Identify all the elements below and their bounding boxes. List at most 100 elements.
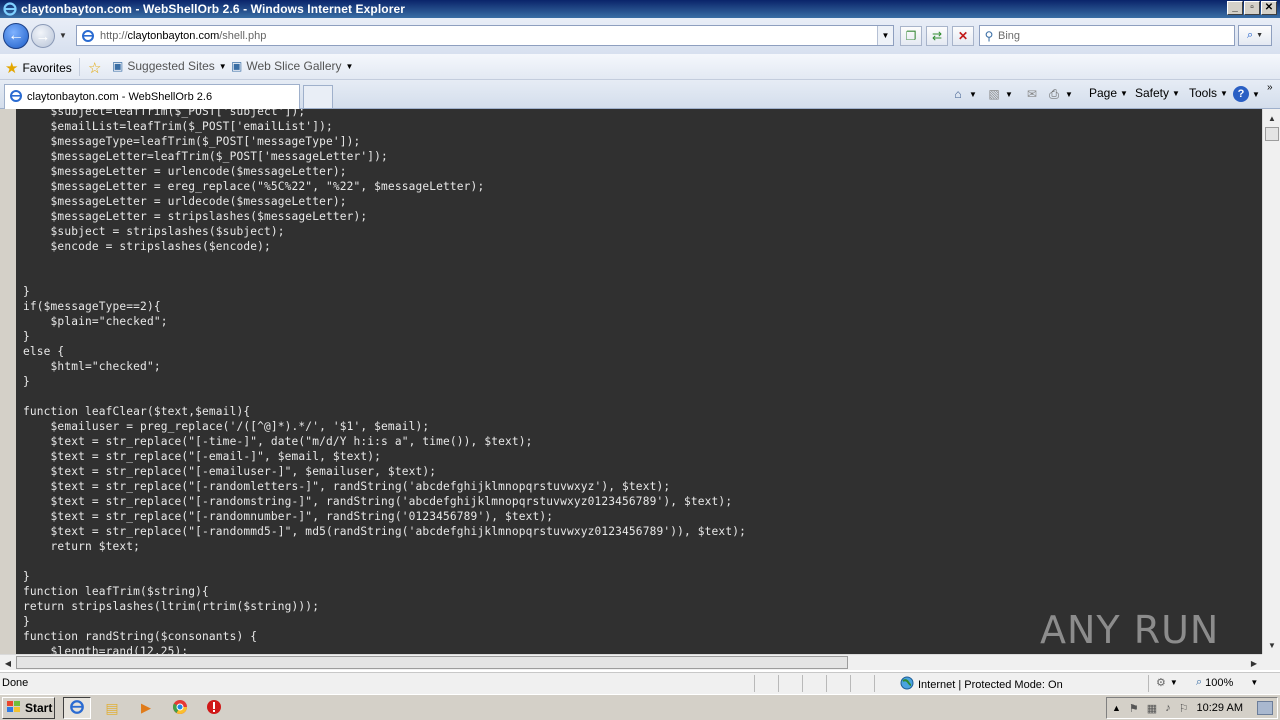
add-to-favorites-bar-button[interactable]: ☆ [88,59,101,77]
tools-menu[interactable]: Tools ▼ [1189,86,1228,100]
vertical-scrollbar[interactable]: ▲ ▼ [1262,109,1280,654]
code-line: $emailuser = preg_replace('/([^@]*).*/',… [50,420,430,433]
taskbar-media-player[interactable]: ▶ [132,697,160,719]
safety-menu[interactable]: Safety ▼ [1135,86,1180,100]
code-line: $text = str_replace("[-emailuser-]", $em… [50,465,437,478]
refresh-button[interactable]: ⇄ [926,26,948,46]
back-button[interactable]: ← [3,23,29,49]
scrollbar-corner [1262,654,1280,670]
web-slice-gallery-link[interactable]: ▣ Web Slice Gallery ▼ [231,59,353,73]
code-line: $html="checked"; [50,360,161,373]
address-bar[interactable]: http://claytonbayton.com/shell.php ▼ [76,25,894,46]
home-icon: ⌂ [954,87,962,101]
safety-menu-label: Safety [1135,86,1170,100]
clock[interactable]: 10:29 AM [1197,702,1243,714]
page-menu[interactable]: Page ▼ [1089,86,1128,100]
search-box[interactable]: ⚲ Bing [979,25,1235,46]
code-line: $encode = stripslashes($encode); [50,240,271,253]
search-button[interactable]: ⌕ ▼ [1238,25,1272,46]
network-icon[interactable]: ▦ [1147,702,1157,715]
more-commands-button[interactable]: » [1267,82,1273,93]
chevron-down-icon: ▼ [1065,89,1073,99]
status-text: Done [2,677,29,689]
new-tab-button[interactable] [303,85,333,108]
address-url[interactable]: http://claytonbayton.com/shell.php [100,30,266,42]
vertical-scroll-thumb[interactable] [1265,127,1279,141]
tab-title: claytonbayton.com - WebShellOrb 2.6 [27,91,213,103]
compatibility-icon: ❐ [905,29,917,43]
status-divider [1148,675,1149,692]
code-line: $length=rand(12,25); [50,645,189,654]
web-slice-gallery-label: Web Slice Gallery [246,59,342,73]
security-zone[interactable]: Internet | Protected Mode: On [900,676,1063,693]
mail-icon: ✉ [1026,87,1038,101]
home-button[interactable]: ⌂ ▼ [950,86,977,102]
action-center-icon[interactable]: ⚑ [1129,702,1139,715]
taskbar-security-app[interactable] [200,697,228,719]
code-line: $messageType=leafTrim($_POST['messageTyp… [50,135,361,148]
chevron-down-icon: ▼ [345,61,354,71]
read-mail-button[interactable]: ✉ [1024,86,1040,102]
chevron-down-icon: ▼ [1172,88,1180,98]
restore-button[interactable]: ▫ [1244,1,1260,15]
code-line: $messageLetter = urlencode($messageLette… [50,165,347,178]
code-line: $messageLetter = urldecode($messageLette… [50,195,347,208]
chevron-down-icon: ▼ [1220,88,1228,98]
rss-feed-icon: ▧ [988,87,1000,101]
stop-icon: ✕ [957,29,969,43]
code-line: $text = str_replace("[-time-]", date("m/… [50,435,533,448]
code-line: $text = str_replace("[-randomnumber-]", … [50,510,554,523]
status-divider [778,675,779,692]
taskbar-explorer[interactable]: ▤ [98,697,126,719]
chevron-down-icon: ▼ [1120,88,1128,98]
print-button[interactable]: ⎙ ▼ [1046,86,1073,102]
suggested-sites-link[interactable]: ▣ Suggested Sites ▼ [112,59,227,73]
horizontal-scrollbar[interactable]: ◀ ▶ [0,654,1262,670]
scroll-left-button[interactable]: ◀ [0,655,16,671]
code-line: $subject = stripslashes($subject); [50,225,285,238]
search-input[interactable]: Bing [998,30,1020,42]
recent-pages-dropdown[interactable]: ▼ [59,31,69,41]
tab-shell[interactable]: claytonbayton.com - WebShellOrb 2.6 [4,84,300,109]
chevron-down-icon: ▼ [969,89,977,99]
lock-settings-icon: ⚙ [1156,677,1166,689]
horizontal-scroll-thumb[interactable] [16,656,848,669]
code-line: } [23,375,30,388]
forward-button[interactable]: → [31,24,55,48]
zoom-button[interactable]: ⌕ 100% ▼ [1196,676,1258,689]
page-icon [80,28,96,44]
scroll-up-button[interactable]: ▲ [1264,110,1280,126]
scroll-right-button[interactable]: ▶ [1246,655,1262,671]
compatibility-view-button[interactable]: ❐ [900,26,922,46]
flag-icon[interactable]: ⚐ [1179,702,1189,715]
refresh-icon: ⇄ [931,29,943,43]
tools-menu-label: Tools [1189,86,1218,100]
close-window-button[interactable]: ✕ [1261,1,1277,15]
protected-mode-button[interactable]: ⚙ ▼ [1156,676,1178,689]
status-bar: Done Internet | Protected Mode: On ⚙ ▼ ⌕… [0,672,1280,694]
alert-icon [206,699,222,718]
suggested-sites-label: Suggested Sites [127,59,215,73]
taskbar-chrome[interactable] [166,697,194,719]
help-button[interactable]: ? ▼ [1233,86,1260,102]
show-hidden-icons-button[interactable]: ▲ [1112,703,1121,713]
page-content: $subject=leafTrim($_POST['subject']); $e… [0,109,1262,654]
code-line: $plain="checked"; [50,315,168,328]
code-line: $text = str_replace("[-randommd5-]", md5… [50,525,746,538]
volume-icon[interactable]: ♪ [1165,702,1171,714]
folder-icon: ▤ [105,699,119,716]
code-line: function leafTrim($string){ [23,585,209,598]
watermark-text: ANY RUN [1040,608,1220,652]
scroll-down-button[interactable]: ▼ [1264,637,1280,653]
feeds-button[interactable]: ▧ ▼ [986,86,1013,102]
favorites-button[interactable]: ★ Favorites [5,59,72,77]
show-desktop-button[interactable] [1257,701,1273,715]
start-button[interactable]: Start [2,697,55,719]
taskbar-internet-explorer[interactable] [63,697,91,719]
address-dropdown-button[interactable]: ▼ [877,26,893,45]
minimize-button[interactable]: _ [1227,1,1243,15]
arrow-left-icon: ← [8,27,24,44]
stop-button[interactable]: ✕ [952,26,974,46]
code-line: } [23,615,30,628]
code-line: else { [23,345,65,358]
